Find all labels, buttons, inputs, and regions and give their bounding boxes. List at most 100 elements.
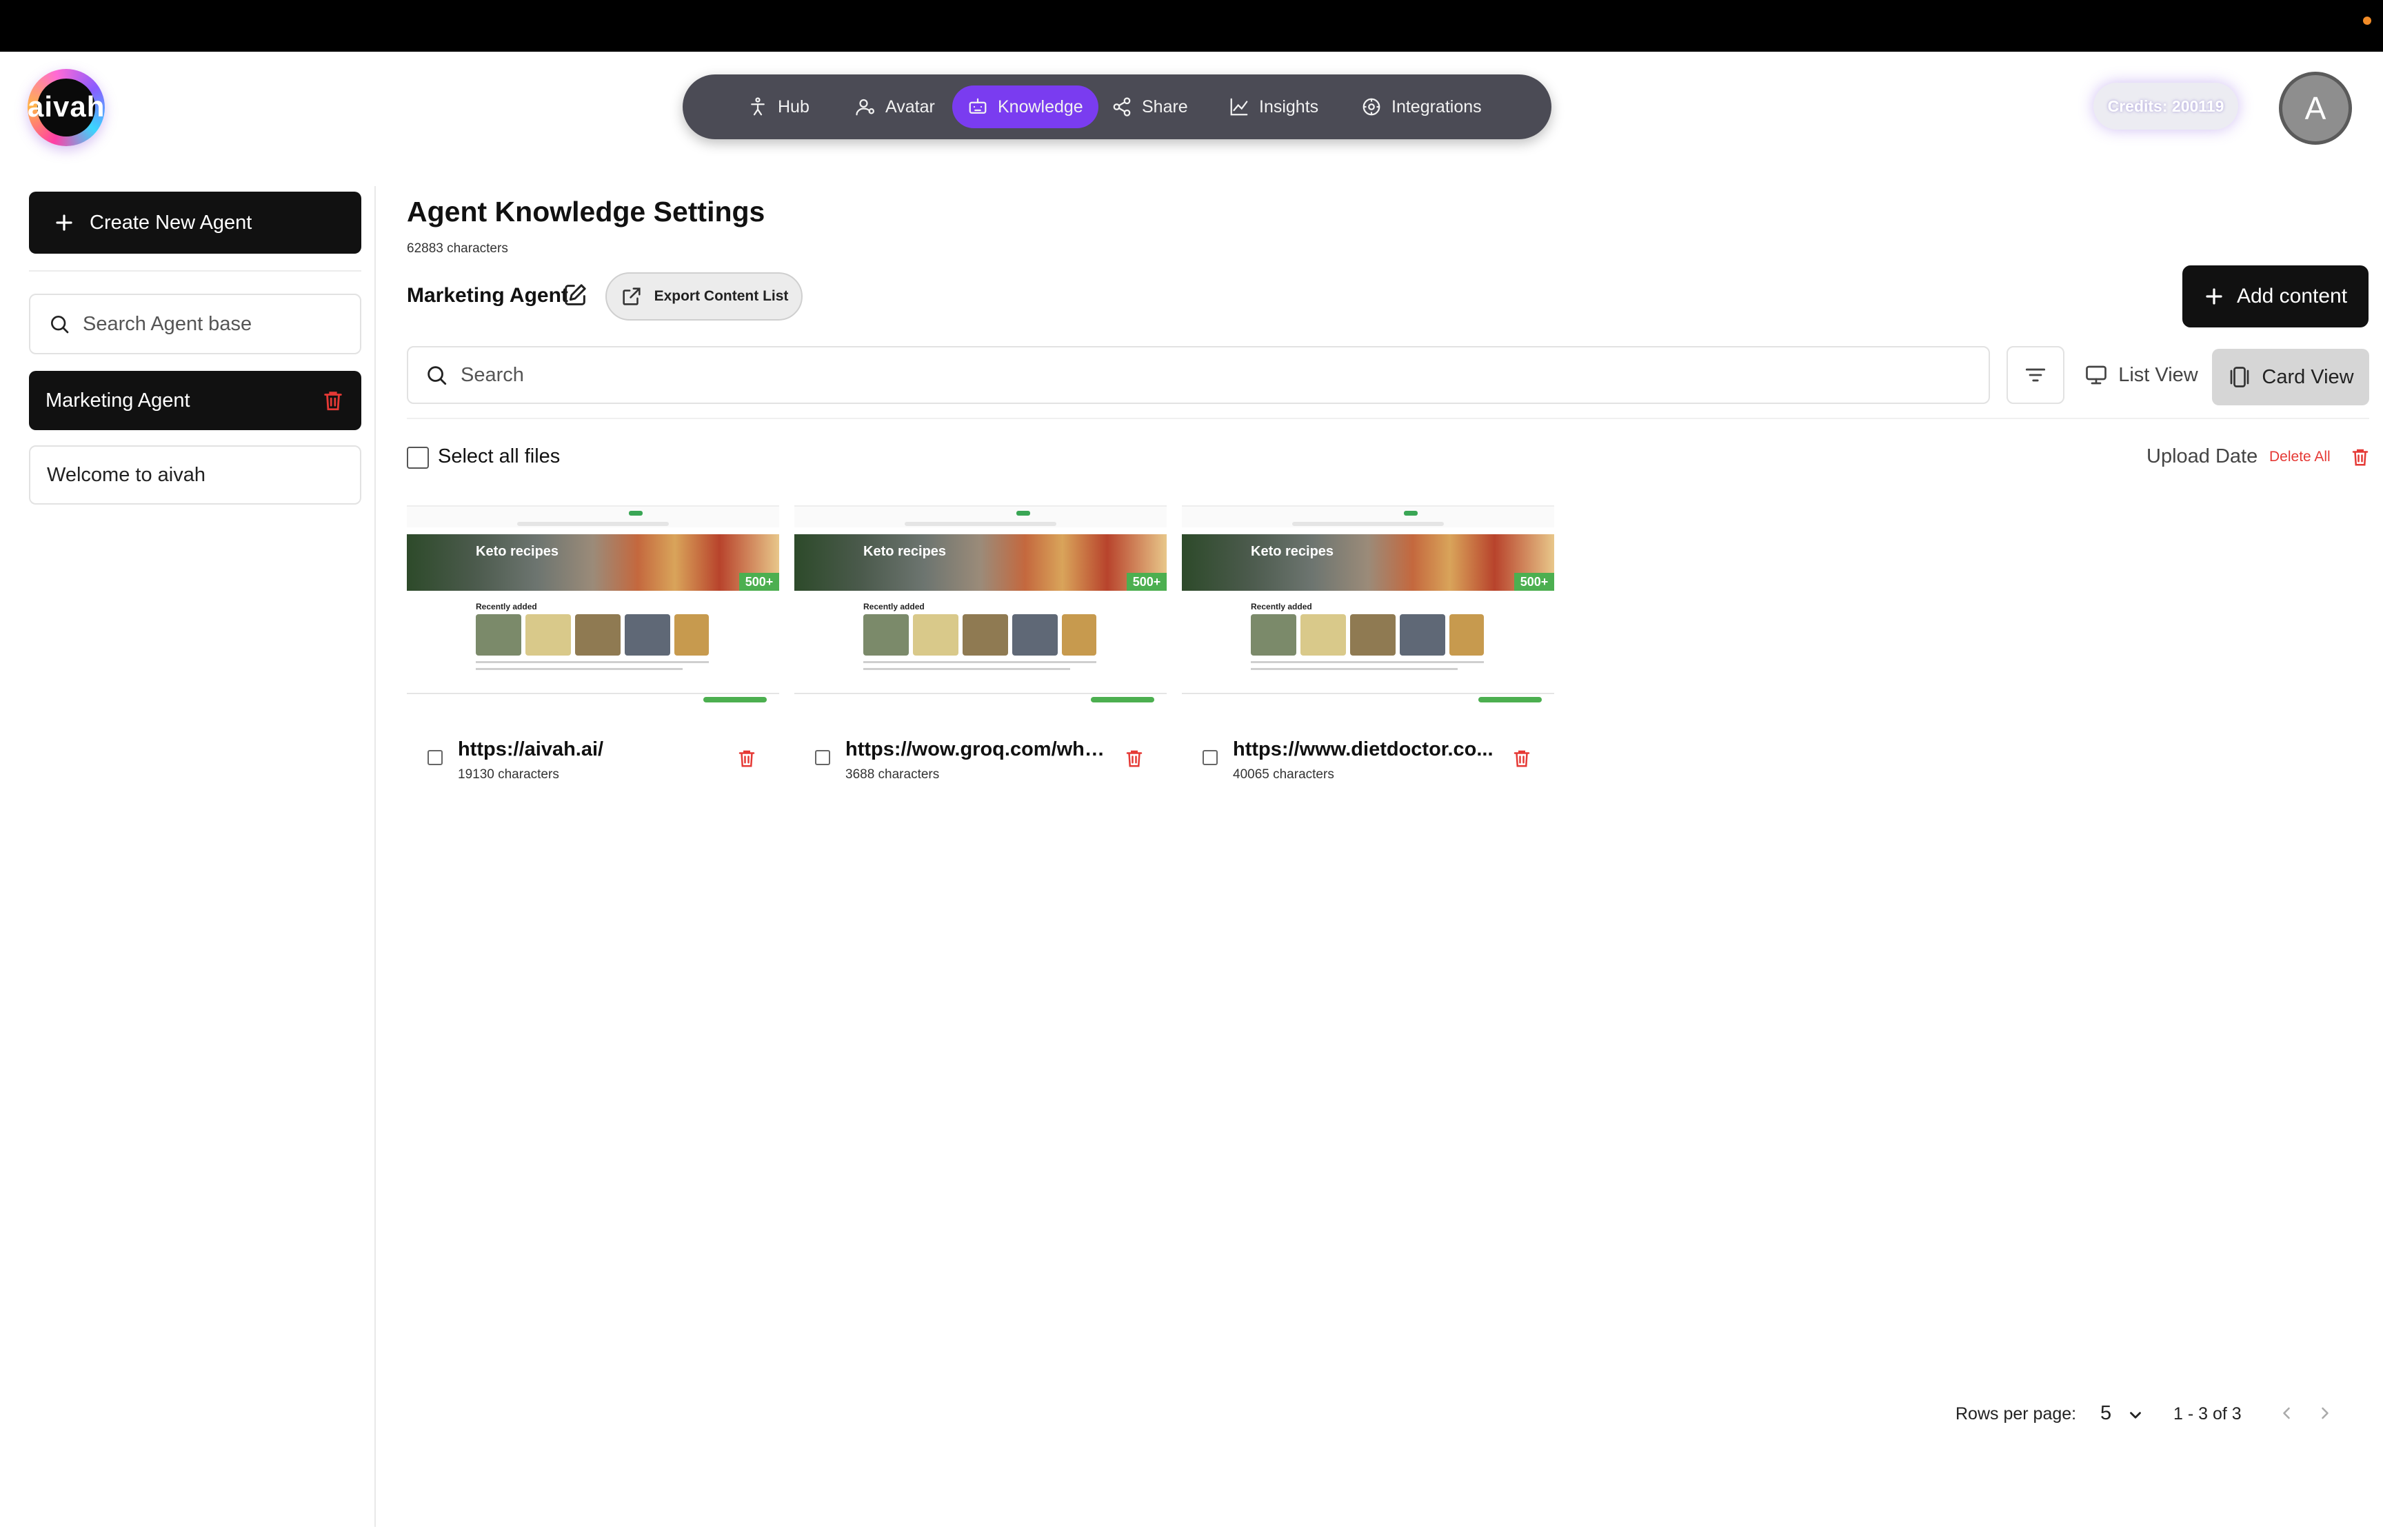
thumb-hero-title: Keto recipes [476,544,559,559]
filter-icon [2025,368,2046,382]
thumb-footer [794,693,1167,694]
export-label: Export Content List [654,288,789,304]
content-card[interactable]: Keto recipes 500+ Recently added https:/… [1182,505,1554,782]
add-content-button[interactable]: Add content [2182,265,2369,327]
search-icon [428,366,447,385]
thumb-badge: 500+ [1514,573,1554,591]
create-agent-button[interactable]: Create New Agent [29,192,361,254]
user-avatar[interactable]: A [2279,72,2352,145]
nav-item-knowledge[interactable]: Knowledge [952,85,1098,128]
nav-label-integrations: Integrations [1391,97,1482,116]
rows-per-page-label: Rows per page: [1955,1404,2077,1424]
card-thumbnail: Keto recipes 500+ Recently added [1182,505,1554,709]
content-card[interactable]: Keto recipes 500+ Recently added https:/… [794,505,1167,782]
thumb-tile [963,614,1008,656]
thumb-pill [1404,511,1418,516]
select-all-checkbox[interactable] [407,447,429,469]
thumb-hero-title: Keto recipes [1251,544,1334,559]
share-icon [1113,97,1131,116]
credits-badge[interactable]: Credits: 200119 [2093,83,2238,130]
content-card[interactable]: Keto recipes 500+ Recently added https:/… [407,505,779,782]
chevron-right-icon[interactable] [2315,1404,2335,1423]
thumb-text-line [863,661,1096,663]
thumb-menu [905,522,1056,526]
external-link-icon [622,287,641,305]
thumb-recent-label: Recently added [476,602,537,611]
sidebar-item-welcome[interactable]: Welcome to aivah [29,445,361,505]
card-title[interactable]: https://wow.groq.com/why... [845,738,1107,761]
plus-icon [2206,288,2222,305]
thumb-tile [913,614,958,656]
card-character-count: 3688 characters [845,767,940,782]
content-separator [407,418,2369,419]
card-title[interactable]: https://aivah.ai/ [458,738,720,761]
status-dot [2363,17,2371,25]
trash-icon[interactable] [321,389,345,412]
card-view-toggle[interactable]: Card View [2212,349,2369,405]
total-character-count: 62883 characters [407,241,508,256]
thumb-button [703,697,767,702]
nav-item-integrations[interactable]: Integrations [1346,85,1497,128]
chevron-left-icon[interactable] [2277,1404,2296,1423]
trash-icon[interactable] [1124,748,1145,769]
search-icon [51,316,69,334]
logo-text: aivah [28,90,105,123]
card-checkbox[interactable] [1203,750,1218,765]
card-checkbox[interactable] [428,750,443,765]
content-search-input[interactable] [461,363,1943,387]
sidebar-divider [374,186,376,1527]
thumb-recent-label: Recently added [863,602,925,611]
thumb-tile [575,614,621,656]
select-all-label[interactable]: Select all files [438,445,560,468]
main-nav: Hub Avatar Knowledge Share Insights Inte… [683,74,1551,139]
delete-all-button[interactable]: Delete All [2269,449,2331,465]
export-content-list-button[interactable]: Export Content List [605,272,803,321]
cards-icon [2231,367,2249,387]
nav-label-avatar: Avatar [885,97,935,116]
thumb-hero-title: Keto recipes [863,544,947,559]
avatar-icon [856,99,874,116]
pagination-range: 1 - 3 of 3 [2173,1404,2242,1424]
card-checkbox[interactable] [815,750,830,765]
thumb-menu [1292,522,1444,526]
thumb-tile [863,614,909,656]
insights-icon [1230,98,1248,116]
thumb-hero-image: Keto recipes 500+ [794,534,1167,591]
agent-search-input[interactable] [83,312,345,336]
trash-icon[interactable] [1511,748,1532,769]
knowledge-icon [969,98,987,114]
content-search-box [407,346,1990,404]
add-content-label: Add content [2236,285,2348,307]
card-view-label: Card View [2262,365,2354,388]
nav-item-share[interactable]: Share [1096,85,1203,128]
card-title[interactable]: https://www.dietdoctor.co... [1233,738,1495,761]
thumb-tile [525,614,571,656]
thumb-tile [1449,614,1484,656]
trash-icon[interactable] [2350,447,2371,467]
thumb-text-line [863,668,1070,670]
rows-per-page-select[interactable]: 5 [2100,1402,2111,1425]
card-character-count: 40065 characters [1233,767,1334,782]
sidebar-item-marketing-agent[interactable]: Marketing Agent [29,371,361,430]
nav-item-insights[interactable]: Insights [1214,85,1334,128]
thumb-hero-image: Keto recipes 500+ [407,534,779,591]
thumb-text-line [1251,661,1484,663]
nav-item-avatar[interactable]: Avatar [840,85,950,128]
filter-button[interactable] [2007,346,2064,404]
nav-item-hub[interactable]: Hub [732,85,825,128]
thumb-tile [674,614,709,656]
agent-search-box [29,294,361,354]
list-view-toggle[interactable]: List View [2075,350,2206,400]
trash-icon[interactable] [736,748,757,769]
top-bar [0,0,2383,52]
thumb-tile [1300,614,1346,656]
thumb-tile [476,614,521,656]
nav-label-hub: Hub [778,97,810,116]
integrations-icon [1363,98,1380,116]
edit-icon[interactable] [561,281,589,309]
chevron-down-icon[interactable] [2126,1406,2144,1424]
thumb-badge: 500+ [739,573,779,591]
nav-label-share: Share [1142,97,1188,116]
sort-upload-date[interactable]: Upload Date [2146,445,2258,468]
thumb-hero-image: Keto recipes 500+ [1182,534,1554,591]
